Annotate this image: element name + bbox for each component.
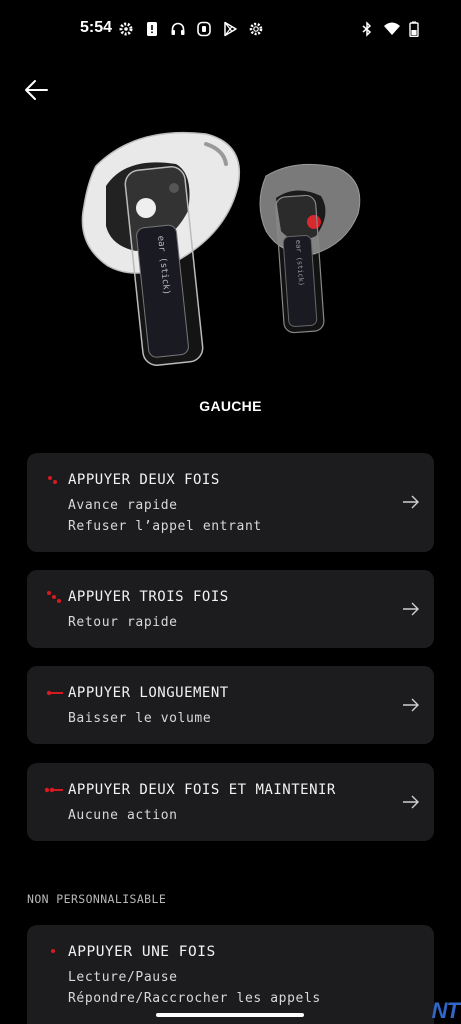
left-earbud-image: ear (stick) <box>81 131 240 366</box>
gesture-label: APPUYER TROIS FOIS <box>68 589 229 605</box>
gesture-action: Répondre/Raccrocher les appels <box>68 991 321 1006</box>
gesture-label: APPUYER UNE FOIS <box>68 944 216 960</box>
double-tap-hold-indicator-icon <box>44 787 63 793</box>
gesture-card-triple-tap[interactable]: APPUYER TROIS FOIS Retour rapide <box>27 570 434 648</box>
gesture-label: APPUYER DEUX FOIS ET MAINTENIR <box>68 782 336 798</box>
alert-icon <box>147 22 157 36</box>
gesture-card-double-tap[interactable]: APPUYER DEUX FOIS Avance rapide Refuser … <box>27 453 434 552</box>
arrow-right-icon <box>403 698 419 712</box>
arrow-right-icon <box>403 602 419 616</box>
play-store-icon <box>224 21 237 37</box>
nothing-app-icon <box>197 21 211 37</box>
home-indicator[interactable] <box>156 1013 304 1017</box>
gesture-label: APPUYER DEUX FOIS <box>68 472 220 488</box>
two-taps-indicator-icon <box>48 476 57 484</box>
watermark: NT <box>431 998 460 1023</box>
battery-icon <box>409 21 419 37</box>
right-earbud-image: ear (stick) <box>259 163 361 334</box>
settings-icon <box>119 22 133 36</box>
earbuds-image: ear (stick) ear (stick) <box>81 131 361 366</box>
back-arrow-icon[interactable] <box>22 76 50 104</box>
section-title: NON PERSONNALISABLE <box>27 892 167 906</box>
earbud-side-title: GAUCHE <box>199 398 262 414</box>
gesture-card-single-tap: APPUYER UNE FOIS Lecture/Pause Répondre/… <box>27 925 434 1024</box>
settings-icon <box>249 22 263 36</box>
long-press-indicator-icon <box>46 690 63 696</box>
three-taps-indicator-icon <box>47 591 61 603</box>
wifi-icon <box>384 22 400 35</box>
status-bar: 5:54 <box>0 0 461 58</box>
bluetooth-icon <box>362 21 372 37</box>
status-time: 5:54 <box>80 19 113 36</box>
gesture-label: APPUYER LONGUEMENT <box>68 685 229 701</box>
gesture-card-long-press[interactable]: APPUYER LONGUEMENT Baisser le volume <box>27 666 434 744</box>
headphones-icon <box>171 22 185 35</box>
arrow-right-icon <box>403 495 419 509</box>
one-tap-indicator-icon <box>51 949 55 953</box>
gesture-action: Refuser l’appel entrant <box>68 519 262 534</box>
gesture-action: Avance rapide <box>68 498 178 513</box>
arrow-right-icon <box>403 795 419 809</box>
gesture-card-double-tap-hold[interactable]: APPUYER DEUX FOIS ET MAINTENIR Aucune ac… <box>27 763 434 841</box>
gesture-action: Aucune action <box>68 808 178 823</box>
gesture-action: Lecture/Pause <box>68 970 178 985</box>
gesture-action: Retour rapide <box>68 615 178 630</box>
gesture-action: Baisser le volume <box>68 711 212 726</box>
